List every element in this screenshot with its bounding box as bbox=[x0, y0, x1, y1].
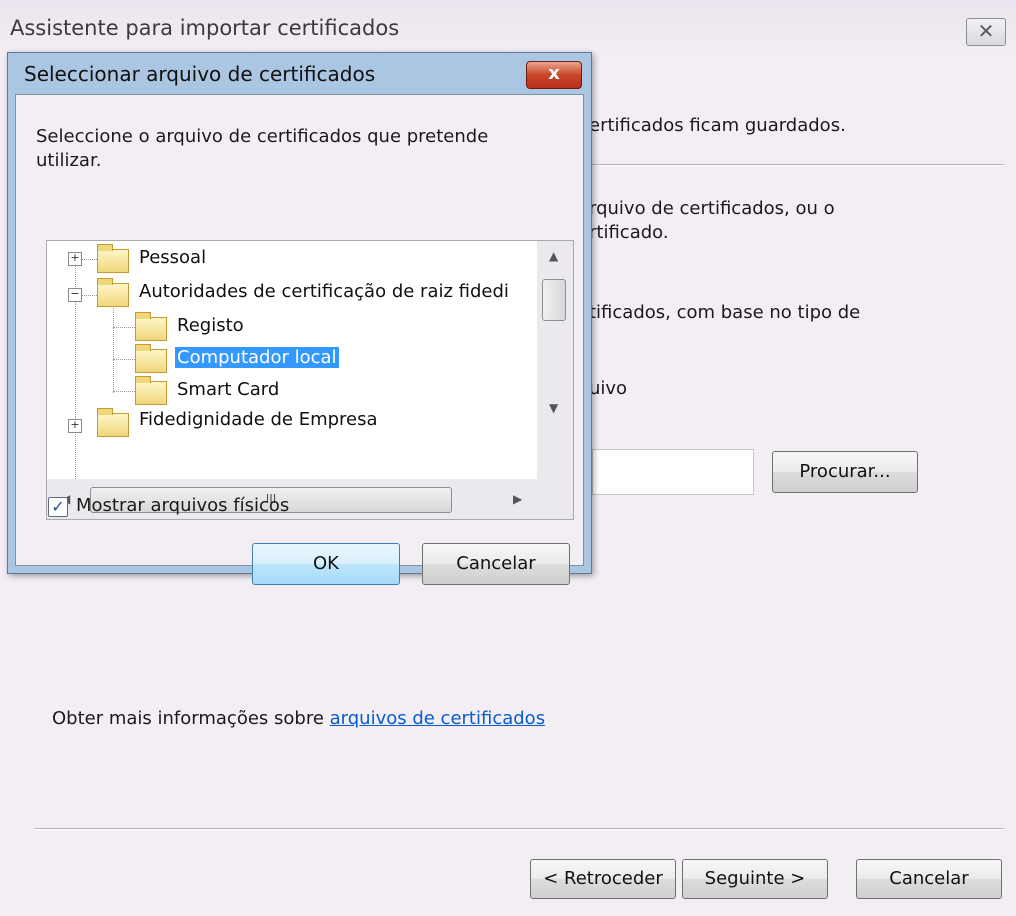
wizard-top-separator bbox=[592, 164, 1004, 166]
tree-item-personal[interactable]: Pessoal bbox=[139, 247, 206, 268]
ok-button[interactable]: OK bbox=[252, 543, 400, 585]
folder-icon bbox=[97, 408, 129, 437]
wizard-text-auto: tificados, com base no tipo de bbox=[589, 302, 861, 323]
vertical-scroll-thumb[interactable] bbox=[542, 279, 566, 321]
tree-item-smart-card[interactable]: Smart Card bbox=[177, 379, 279, 400]
tree-item-trusted-root[interactable]: Autoridades de certificação de raiz fide… bbox=[139, 281, 509, 302]
show-physical-stores-checkbox[interactable]: ✓ bbox=[48, 497, 68, 517]
scroll-up-icon[interactable]: ▲ bbox=[549, 249, 558, 263]
more-info-line: Obter mais informações sobre arquivos de… bbox=[52, 708, 545, 729]
tree-line bbox=[113, 327, 135, 328]
tree-line bbox=[113, 359, 135, 360]
certificate-store-field[interactable] bbox=[592, 449, 754, 495]
show-physical-stores-label[interactable]: Mostrar arquivos físicos bbox=[76, 495, 289, 516]
tree-line bbox=[113, 391, 135, 392]
scroll-right-icon[interactable]: ▶ bbox=[513, 492, 522, 506]
wizard-title: Assistente para importar certificados bbox=[10, 16, 400, 40]
dialog-close-button[interactable]: x bbox=[526, 61, 582, 89]
expand-icon[interactable]: + bbox=[68, 419, 82, 433]
tree-item-local-computer-label: Computador local bbox=[175, 347, 339, 368]
wizard-bottom-separator bbox=[34, 828, 1004, 830]
tree-item-enterprise-trust[interactable]: Fidedignidade de Empresa bbox=[139, 409, 378, 430]
collapse-icon[interactable]: − bbox=[68, 288, 82, 302]
wizard-cancel-button[interactable]: Cancelar bbox=[856, 859, 1002, 899]
tree-item-local-computer[interactable]: Computador local bbox=[175, 347, 339, 368]
wizard-text-select-1: rquivo de certificados, ou o bbox=[589, 198, 835, 219]
folder-icon bbox=[135, 344, 167, 373]
store-tree[interactable]: + Pessoal − Autoridades de certificação … bbox=[46, 240, 574, 520]
browse-button[interactable]: Procurar... bbox=[772, 451, 918, 493]
store-tree-viewport: + Pessoal − Autoridades de certificação … bbox=[47, 241, 537, 479]
close-icon: x bbox=[548, 63, 560, 84]
dialog-body: Seleccione o arquivo de certificados que… bbox=[15, 94, 584, 585]
next-button[interactable]: Seguinte > bbox=[682, 859, 828, 899]
dialog-title: Seleccionar arquivo de certificados bbox=[24, 62, 376, 86]
dialog-prompt-line-2: utilizar. bbox=[36, 150, 102, 171]
scroll-corner bbox=[537, 479, 573, 519]
wizard-text-archive: uivo bbox=[589, 378, 628, 399]
wizard-text-stored: ertificados ficam guardados. bbox=[589, 115, 846, 136]
tree-line bbox=[81, 259, 97, 260]
folder-icon bbox=[135, 312, 167, 341]
dialog-prompt: Seleccione o arquivo de certificados que… bbox=[36, 125, 488, 173]
tree-vertical-scrollbar[interactable]: ▲ ▼ bbox=[537, 241, 573, 479]
folder-icon bbox=[97, 244, 129, 273]
select-store-dialog: Seleccionar arquivo de certificados x Se… bbox=[7, 52, 592, 585]
wizard-title-bar: Assistente para importar certificados ✕ bbox=[0, 0, 1016, 58]
dialog-cancel-button[interactable]: Cancelar bbox=[422, 543, 570, 585]
scroll-down-icon[interactable]: ▼ bbox=[549, 401, 558, 415]
folder-icon bbox=[97, 278, 129, 307]
folder-icon bbox=[135, 376, 167, 405]
more-info-text: Obter mais informações sobre bbox=[52, 708, 330, 729]
wizard-close-button[interactable]: ✕ bbox=[966, 18, 1006, 46]
certificate-stores-link[interactable]: arquivos de certificados bbox=[330, 708, 545, 729]
back-button[interactable]: < Retroceder bbox=[530, 859, 676, 899]
tree-item-registry[interactable]: Registo bbox=[177, 315, 244, 336]
checkmark-icon: ✓ bbox=[51, 497, 65, 516]
close-icon: ✕ bbox=[977, 19, 995, 43]
dialog-prompt-line-1: Seleccione o arquivo de certificados que… bbox=[36, 126, 489, 147]
tree-line bbox=[113, 299, 114, 393]
expand-icon[interactable]: + bbox=[68, 252, 82, 266]
wizard-text-select-2: rtificado. bbox=[589, 222, 669, 243]
tree-line bbox=[81, 295, 97, 296]
